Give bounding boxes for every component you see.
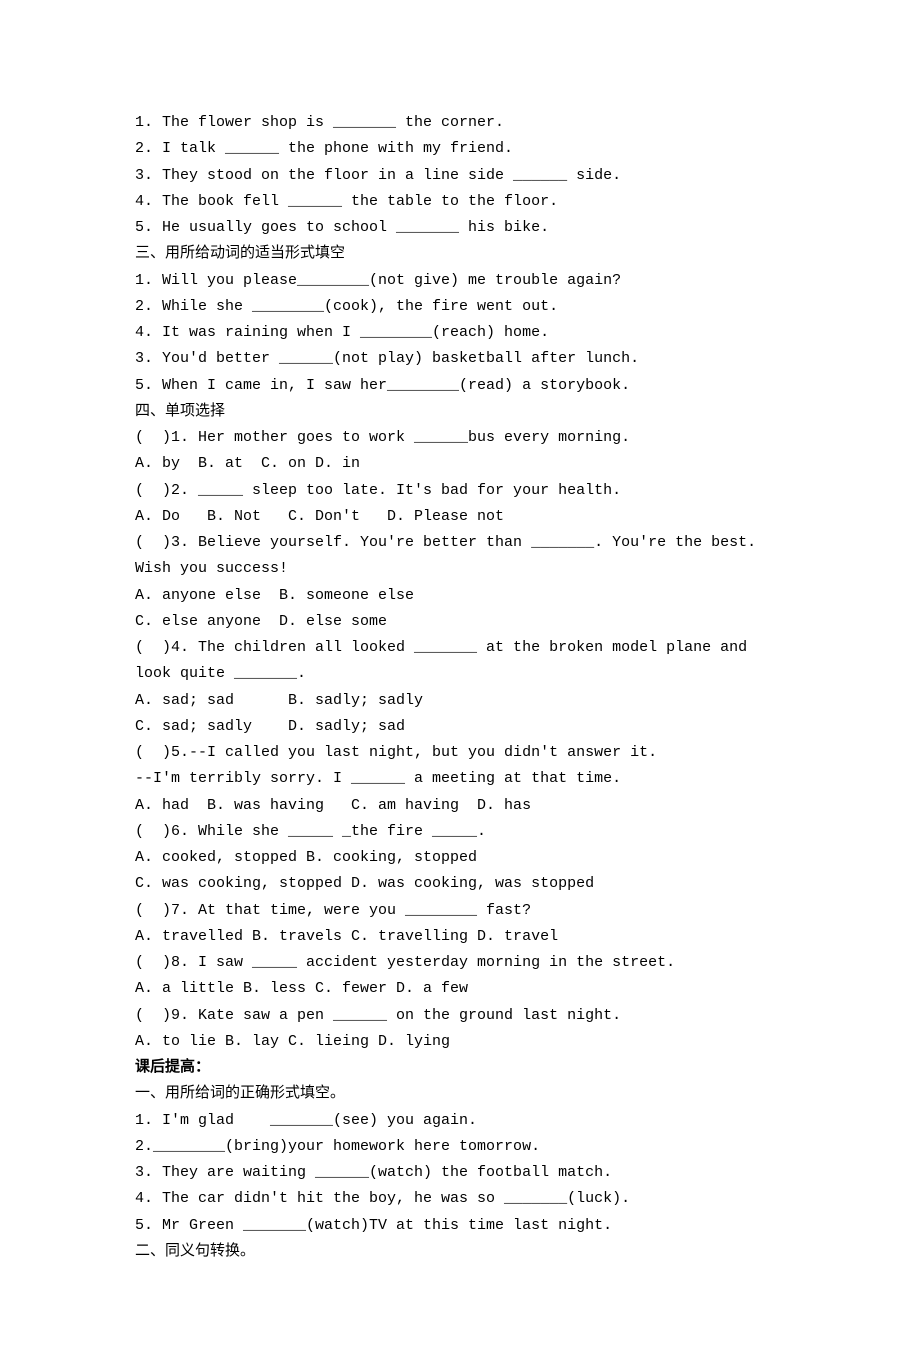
worksheet-page: 1. The flower shop is _______ the corner…	[0, 0, 920, 1345]
line-10: 3. You'd better ______(not play) basketb…	[135, 346, 790, 372]
line-26: ( )6. While she _____ _the fire _____.	[135, 819, 790, 845]
line-2: 2. I talk ______ the phone with my frien…	[135, 136, 790, 162]
line-12: 四、单项选择	[135, 399, 790, 425]
line-16: A. Do B. Not C. Don't D. Please not	[135, 504, 790, 530]
line-24: --I'm terribly sorry. I ______ a meeting…	[135, 766, 790, 792]
line-37: 1. I'm glad _______(see) you again.	[135, 1108, 790, 1134]
line-38: 2.________(bring)your homework here tomo…	[135, 1134, 790, 1160]
line-41: 5. Mr Green _______(watch)TV at this tim…	[135, 1213, 790, 1239]
line-9: 4. It was raining when I ________(reach)…	[135, 320, 790, 346]
line-19: C. else anyone D. else some	[135, 609, 790, 635]
line-29: ( )7. At that time, were you ________ fa…	[135, 898, 790, 924]
line-32: A. a little B. less C. fewer D. a few	[135, 976, 790, 1002]
line-20: ( )4. The children all looked _______ at…	[135, 635, 790, 688]
line-6: 三、用所给动词的适当形式填空	[135, 241, 790, 267]
line-11: 5. When I came in, I saw her________(rea…	[135, 373, 790, 399]
line-14: A. by B. at C. on D. in	[135, 451, 790, 477]
line-4: 4. The book fell ______ the table to the…	[135, 189, 790, 215]
line-28: C. was cooking, stopped D. was cooking, …	[135, 871, 790, 897]
content-block: 1. The flower shop is _______ the corner…	[135, 110, 790, 1265]
line-31: ( )8. I saw _____ accident yesterday mor…	[135, 950, 790, 976]
line-39: 3. They are waiting ______(watch) the fo…	[135, 1160, 790, 1186]
line-27: A. cooked, stopped B. cooking, stopped	[135, 845, 790, 871]
line-3: 3. They stood on the floor in a line sid…	[135, 163, 790, 189]
line-25: A. had B. was having C. am having D. has	[135, 793, 790, 819]
line-5: 5. He usually goes to school _______ his…	[135, 215, 790, 241]
line-30: A. travelled B. travels C. travelling D.…	[135, 924, 790, 950]
line-21: A. sad; sad B. sadly; sadly	[135, 688, 790, 714]
line-40: 4. The car didn't hit the boy, he was so…	[135, 1186, 790, 1212]
line-8: 2. While she ________(cook), the fire we…	[135, 294, 790, 320]
line-22: C. sad; sadly D. sadly; sad	[135, 714, 790, 740]
line-33: ( )9. Kate saw a pen ______ on the groun…	[135, 1003, 790, 1029]
line-23: ( )5.--I called you last night, but you …	[135, 740, 790, 766]
line-1: 1. The flower shop is _______ the corner…	[135, 110, 790, 136]
line-7: 1. Will you please________(not give) me …	[135, 268, 790, 294]
line-15: ( )2. _____ sleep too late. It's bad for…	[135, 478, 790, 504]
line-42: 二、同义句转换。	[135, 1239, 790, 1265]
line-18: A. anyone else B. someone else	[135, 583, 790, 609]
line-35: 课后提高：	[135, 1055, 790, 1081]
line-17: ( )3. Believe yourself. You're better th…	[135, 530, 790, 583]
line-36: 一、用所给词的正确形式填空。	[135, 1081, 790, 1107]
line-34: A. to lie B. lay C. lieing D. lying	[135, 1029, 790, 1055]
line-13: ( )1. Her mother goes to work ______bus …	[135, 425, 790, 451]
